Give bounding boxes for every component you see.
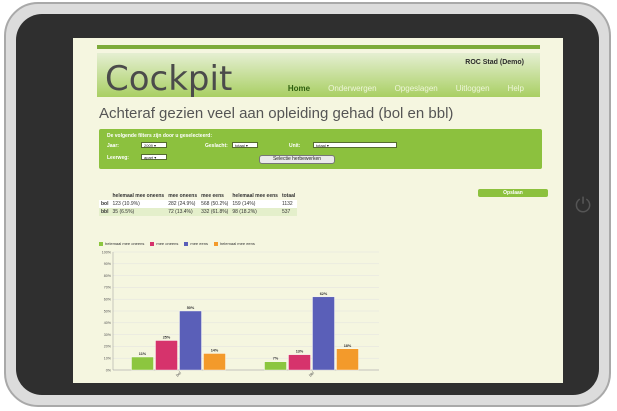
chart-bar [312,296,335,371]
table-cell: 159 (14%) [230,200,280,208]
chart-bar [288,354,311,371]
table-cell: 332 (61.8%) [199,208,231,216]
filter-geslacht-label: Geslacht: [205,143,228,149]
filter-unit-label: Unit: [289,143,301,149]
save-button[interactable]: Opslaan [478,189,548,197]
x-tick-label: bol [175,370,182,377]
row-label: bbl [99,208,111,216]
y-tick-label: 80% [104,274,112,278]
table-header: helemaal mee eens [232,193,278,199]
table-cell: 568 (50.2%) [199,200,231,208]
table-header: totaal [281,193,296,199]
legend-item: mee eens [184,241,208,246]
filter-panel: De volgende filters zijn door u geselect… [99,129,542,169]
filter-leerweg-label: Leerweg: [107,155,129,161]
y-tick-label: 30% [104,333,112,337]
legend-label: helemaal mee eens [219,241,255,246]
table-cell: 282 (24.9%) [166,200,200,208]
bar-chart: 0% 10% 20% 30% 40% 50% 60% 70% 80% 90% 100% 11% 25% 5… [102,250,379,378]
y-tick-label: 10% [104,357,112,361]
legend-label: mee eens [190,241,208,246]
legend-label: mee oneens [156,241,179,246]
chart-bar [203,353,226,371]
y-tick-label: 70% [104,286,112,290]
apply-selection-button[interactable]: Selectie herbewerken [259,155,335,164]
nav-help[interactable]: Help [508,84,524,93]
legend-item: mee oneens [150,241,178,246]
legend-item: helemaal mee oneens [99,241,144,246]
y-tick-label: 100% [102,250,112,254]
legend-swatch [150,241,155,246]
y-tick-label: 50% [104,309,112,313]
legend-swatch [213,241,218,246]
legend-item: helemaal mee eens [213,241,255,246]
y-tick-label: 20% [104,345,112,349]
bar-value-label: 11% [139,352,147,356]
filter-jaar-label: Jaar: [107,143,119,149]
nav-opgeslagen[interactable]: Opgeslagen [395,84,438,93]
chart-bar [179,310,202,371]
screen: Cockpit ROC Stad (Demo) Home Onderwergen… [73,38,563,383]
filter-note: De volgende filters zijn door u geselect… [107,133,213,139]
bar-value-label: 25% [163,336,171,340]
y-tick-label: 90% [104,262,112,266]
filter-geslacht-value: totaal [235,143,245,148]
filter-leerweg-select[interactable]: apart ▾ [141,154,167,160]
nav-home[interactable]: Home [288,84,310,93]
legend-label: helemaal mee oneens [105,241,145,246]
table-header: mee oneens [168,193,198,199]
nav-uitloggen[interactable]: Uitloggen [456,84,490,93]
row-label: bol [99,200,111,208]
bar-value-label: 18% [344,344,352,348]
filter-leerweg-value: apart [144,155,154,160]
legend-swatch [184,241,189,246]
legend-swatch [99,241,103,246]
tablet-frame: ⏻ Cockpit ROC Stad (Demo) Home Onderwerg… [4,2,611,407]
filter-unit-value: totaal [316,143,326,148]
bar-value-label: 62% [320,292,328,296]
table-cell: 123 (10.9%) [110,200,167,208]
chart-bar [155,340,178,371]
y-tick-label: 0% [106,368,112,372]
nav-onderwergen[interactable]: Onderwergen [328,84,376,93]
power-icon[interactable]: ⏻ [573,196,593,216]
page-title: Achteraf gezien veel aan opleiding gehad… [99,105,454,122]
table-row: bol 123 (10.9%) 282 (24.9%) 568 (50.2%) … [99,200,298,208]
bar-value-label: 50% [187,306,195,310]
table-header: mee eens [201,193,224,199]
filter-jaar-select[interactable]: 2009 ▾ [141,142,167,148]
top-accent-bar [97,45,540,49]
chart-bar [264,361,287,371]
table-header-row: helemaal mee oneens mee oneens mee eens … [99,192,297,200]
y-tick-label: 40% [104,321,112,325]
filter-jaar-value: 2009 [144,143,153,148]
chart-bar [131,356,154,371]
y-tick-label: 60% [104,298,112,302]
bar-value-label: 13% [296,350,304,354]
header: Cockpit ROC Stad (Demo) Home Onderwergen… [97,53,540,99]
table-header: helemaal mee oneens [112,193,165,199]
table-cell: 1132 [279,200,298,208]
organization-label: ROC Stad (Demo) [465,59,524,66]
filter-geslacht-select[interactable]: totaal ▾ [232,142,258,148]
table-row: bbl 35 (6.5%) 72 (13.4%) 332 (61.8%) 98 … [99,208,298,216]
main-nav: Home Onderwergen Opgeslagen Uitloggen He… [288,84,524,93]
x-tick-label: bbl [308,370,315,377]
chart-legend: helemaal mee oneens mee oneens mee eens … [99,241,255,246]
bar-value-label: 14% [211,348,219,352]
filter-unit-select[interactable]: totaal ▾ [313,142,397,148]
table-cell: 35 (6.5%) [110,208,167,216]
data-table: helemaal mee oneens mee oneens mee eens … [99,192,298,216]
table-cell: 72 (13.4%) [166,208,200,216]
bar-value-label: 7% [273,357,279,361]
chart-bar [336,348,359,371]
table-cell: 537 [279,208,298,216]
app-logo[interactable]: Cockpit [105,59,232,99]
table-cell: 98 (18.2%) [230,208,280,216]
